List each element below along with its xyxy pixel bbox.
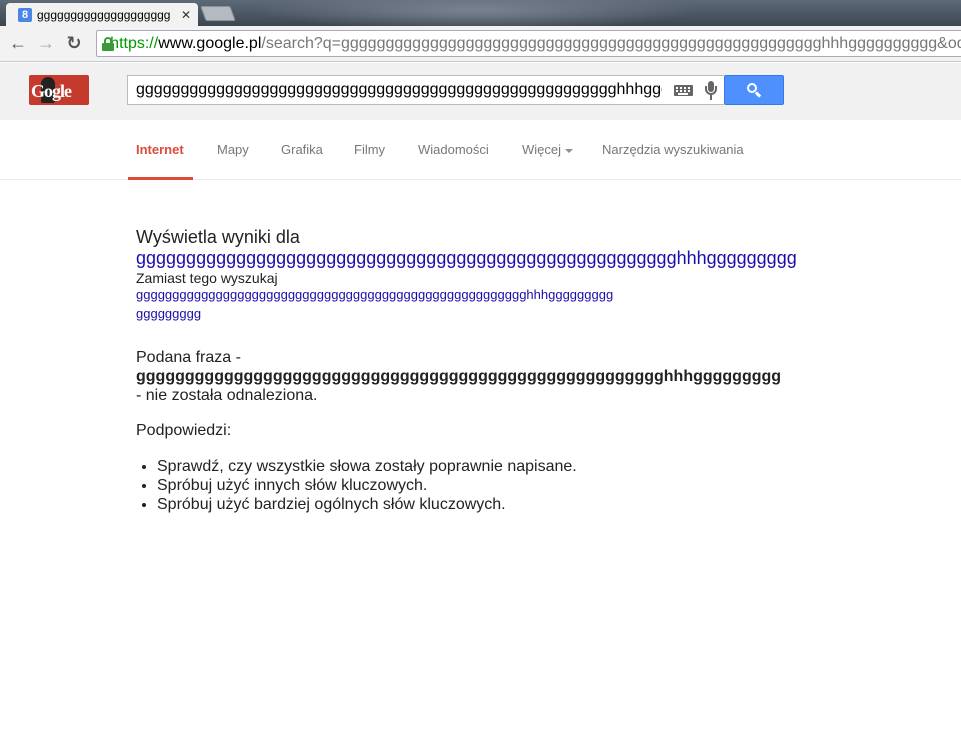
back-button[interactable]: ← <box>6 32 30 54</box>
active-tab-indicator <box>128 177 193 180</box>
microphone-icon[interactable] <box>705 81 717 101</box>
corrected-query-link[interactable]: gggggggggggggggggggggggggggggggggggggggg… <box>136 247 797 269</box>
no-results-message: Podana fraza - ggggggggggggggggggggggggg… <box>136 348 782 405</box>
url-host: www.google.pl <box>158 34 262 52</box>
search-instead-label: Zamiast tego wyszukaj <box>136 270 278 286</box>
suggestion-item: Spróbuj użyć bardziej ogólnych słów kluc… <box>157 495 776 514</box>
background-blur <box>250 0 700 26</box>
forward-button[interactable]: → <box>34 32 58 54</box>
tab-internet[interactable]: Internet <box>136 142 184 157</box>
suggestion-item: Spróbuj użyć innych słów kluczowych. <box>157 476 776 495</box>
logo-text: Gogle <box>31 81 72 101</box>
original-query-link-continued[interactable]: ggggggggg <box>136 306 776 322</box>
phrase-query: gggggggggggggggggggggggggggggggggggggggg… <box>136 368 782 385</box>
suggestions-list: Sprawdź, czy wszystkie słowa zostały pop… <box>136 457 776 514</box>
phrase-suffix: - nie została odnaleziona. <box>136 387 318 404</box>
close-tab-icon[interactable]: ✕ <box>180 8 192 22</box>
url-path: /search?q=gggggggggggggggggggggggggggggg… <box>261 34 961 52</box>
search-input[interactable] <box>136 76 662 104</box>
results-area: Wyświetla wyniki dla ggggggggggggggggggg… <box>136 227 797 514</box>
google-header: Gogle <box>0 63 961 120</box>
tab-filmy[interactable]: Filmy <box>354 142 385 157</box>
browser-tab-strip: 8 gggggggggggggggggggg ✕ <box>0 0 961 26</box>
new-tab-button[interactable] <box>200 6 236 21</box>
tab-title: gggggggggggggggggggg <box>37 7 171 22</box>
showing-results-label: Wyświetla wyniki dla <box>136 227 300 247</box>
browser-tab[interactable]: 8 gggggggggggggggggggg ✕ <box>6 3 198 26</box>
google-favicon-icon: 8 <box>18 7 32 22</box>
tab-wiecej[interactable]: Więcej <box>522 142 574 157</box>
phrase-prefix: Podana fraza - <box>136 349 241 366</box>
reload-button[interactable]: ↻ <box>62 32 86 54</box>
suggestions-title: Podpowiedzi: <box>136 422 232 439</box>
chevron-down-icon <box>565 148 574 153</box>
url-scheme: https:// <box>110 34 159 52</box>
address-bar[interactable]: https:// www.google.pl /search?q=ggggggg… <box>96 30 961 57</box>
tab-grafika[interactable]: Grafika <box>281 142 323 157</box>
tab-wiecej-label: Więcej <box>522 142 562 157</box>
search-box[interactable] <box>127 75 724 105</box>
lock-icon <box>102 36 114 51</box>
search-button[interactable] <box>724 75 784 105</box>
tab-mapy[interactable]: Mapy <box>217 142 249 157</box>
google-doodle-logo[interactable]: Gogle <box>29 75 89 105</box>
tab-wiadomosci[interactable]: Wiadomości <box>418 142 489 157</box>
original-query-link[interactable]: gggggggggggggggggggggggggggggggggggggggg… <box>136 287 776 303</box>
keyboard-icon[interactable] <box>674 85 693 96</box>
browser-toolbar: ← → ↻ https:// www.google.pl /search?q=g… <box>0 26 961 62</box>
tab-search-tools[interactable]: Narzędzia wyszukiwania <box>602 142 744 157</box>
suggestion-item: Sprawdź, czy wszystkie słowa zostały pop… <box>157 457 776 476</box>
search-nav-tabs: Internet Mapy Grafika Filmy Wiadomości W… <box>0 120 961 180</box>
